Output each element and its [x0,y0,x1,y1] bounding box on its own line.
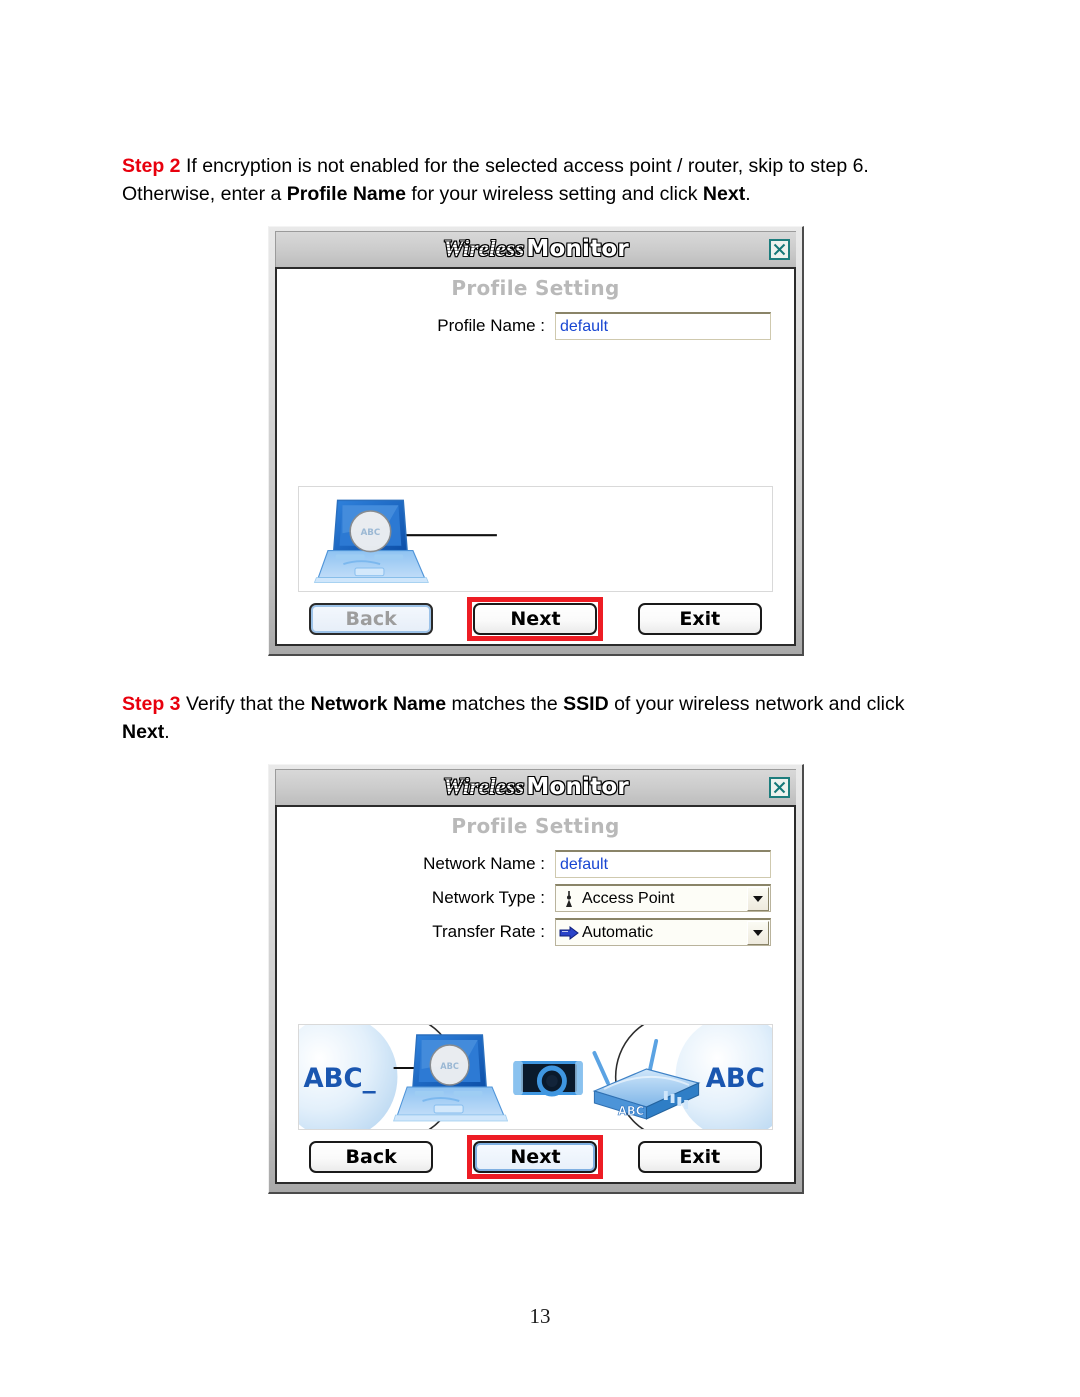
transfer-rate-label: Transfer Rate : [432,922,545,941]
panel-heading: Profile Setting [451,276,620,300]
emphasized-term: Next [122,721,165,743]
dialog-client-area: Profile Setting Profile Name : default A… [275,267,796,646]
app-title-wireless: Wireless [443,236,525,261]
emphasized-term: Network Name [310,693,447,715]
dialog-button-row: Back Next Exit [277,1135,794,1179]
illustration-network-topology: ABC_ ABC ABC ABC [298,1024,773,1130]
network-type-select[interactable]: Access Point [555,884,771,912]
form-row-profile-name: Profile Name : [277,311,794,341]
dialog-titlebar: WirelessMonitor [275,231,796,267]
form-row-network-name: Network Name : [277,849,794,879]
app-title-monitor: Monitor [526,774,629,800]
network-type-label: Network Type : [431,888,545,907]
illustration-laptop: ABC [298,486,773,592]
exit-button[interactable]: Exit [637,1141,762,1173]
wireless-monitor-dialog-profile-name: WirelessMonitor Profile Setting Profile … [268,226,804,656]
chevron-down-icon[interactable] [747,886,769,911]
magnifier-abc-text: ABC [361,528,381,538]
next-button-wrap-highlighted: Next [467,597,604,641]
exit-button-wrap: Exit [637,1141,762,1173]
back-button-wrap: Back [309,603,434,635]
illustration-left-label: ABC_ [303,1063,376,1095]
illustration-router-label: ABC [618,1104,644,1118]
close-icon[interactable] [769,777,790,798]
close-icon[interactable] [769,239,790,260]
dialog-inner: WirelessMonitor Profile Setting Profile … [275,231,796,646]
dialog-client-area: Profile Setting Network Name : Network T… [275,805,796,1184]
dialog-inner: WirelessMonitor Profile Setting Network … [275,769,796,1184]
next-button-wrap-highlighted: Next [467,1135,604,1179]
transfer-rate-select[interactable]: Automatic [555,918,771,946]
illustration-right-label: ABC [706,1063,765,1095]
dialog-button-row: Back Next Exit [277,597,794,641]
body-text: Verify that the [180,693,311,715]
network-name-label: Network Name : [423,854,545,873]
emphasized-term: Next [702,183,746,205]
wireless-monitor-dialog-network-name: WirelessMonitor Profile Setting Network … [268,764,804,1194]
profile-name-label: Profile Name : [437,316,545,335]
back-button[interactable]: Back [309,603,434,635]
form-area: Profile Name : [277,311,794,345]
profile-name-input[interactable] [555,312,771,340]
body-text: matches the [446,693,564,715]
exit-button-wrap: Exit [637,603,762,635]
back-button-wrap: Back [309,1141,434,1173]
dialog-titlebar: WirelessMonitor [275,769,796,805]
body-text: of your wireless network and click [608,693,905,715]
step-label: Step 2 [122,155,181,177]
magnifier-abc-text: ABC [440,1061,459,1071]
exit-button[interactable]: Exit [637,603,762,635]
app-title-monitor: Monitor [526,236,629,262]
next-button[interactable]: Next [473,1141,598,1173]
emphasized-term: Profile Name [286,183,406,205]
next-button[interactable]: Next [473,603,598,635]
form-row-transfer-rate: Transfer Rate : Automatic [277,917,794,947]
transfer-rate-value: Automatic [582,923,654,941]
step-2-paragraph: Step 2 If encryption is not enabled for … [122,152,952,208]
back-button[interactable]: Back [309,1141,434,1173]
transfer-arrow-icon [556,925,582,940]
body-text: . [745,183,751,205]
access-point-icon [556,890,582,908]
network-type-value: Access Point [582,889,675,907]
app-title-wireless: Wireless [443,774,525,799]
form-row-network-type: Network Type : Access Point [277,883,794,913]
step-label: Step 3 [122,693,181,715]
network-name-input[interactable] [555,850,771,878]
panel-heading: Profile Setting [451,814,620,838]
form-area: Network Name : Network Type : [277,849,794,951]
emphasized-term: SSID [563,693,609,715]
body-text: . [164,721,170,743]
app-title: WirelessMonitor [276,235,796,262]
app-title: WirelessMonitor [276,773,796,800]
page-number: 13 [529,1304,551,1328]
step-3-paragraph: Step 3 Verify that the Network Name matc… [122,690,952,746]
body-text: for your wireless setting and click [405,183,703,205]
chevron-down-icon[interactable] [747,920,769,945]
